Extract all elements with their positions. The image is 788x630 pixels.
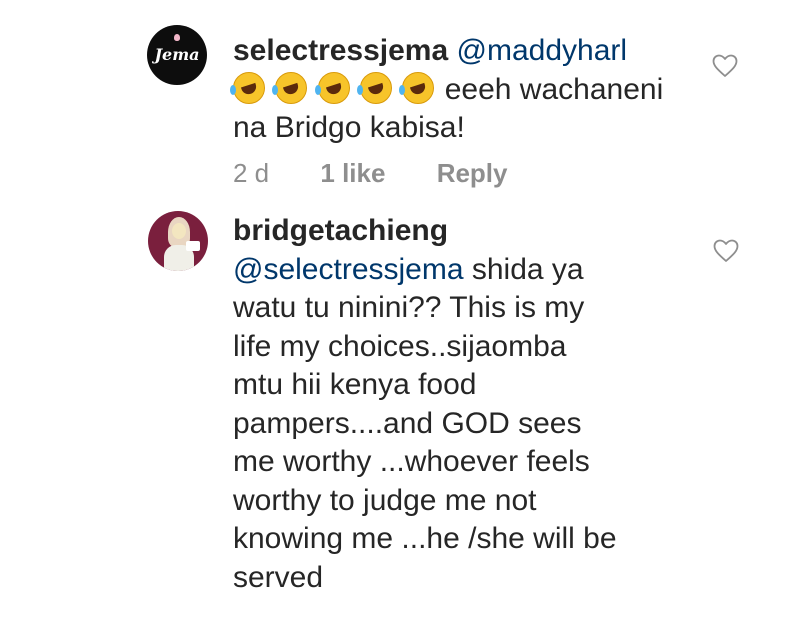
comment-username[interactable]: bridgetachieng: [233, 214, 448, 247]
comment-1-line-3: na Bridgo kabisa!: [233, 109, 663, 148]
cake-icon: [186, 241, 200, 251]
comment-2-line-2: @selectressjema shida ya: [233, 251, 617, 290]
comment-text-line: watu tu ninini?? This is my: [233, 291, 585, 324]
comment-1-line-1: selectressjema @maddyharl: [233, 32, 663, 71]
comment-text: shida ya: [471, 252, 584, 286]
avatar-selectressjema[interactable]: Jema: [147, 25, 207, 85]
comment-timestamp[interactable]: 2 d: [233, 158, 269, 188]
emoji-group: [230, 71, 445, 106]
heart-outline-icon[interactable]: [713, 239, 739, 263]
comment-1-line-2: eeeh wachaneni: [230, 71, 664, 110]
avatar-bridgetachieng[interactable]: [148, 211, 208, 271]
avatar-face: [172, 223, 186, 239]
comment-text-line: served: [233, 560, 324, 594]
comment-text-line: me worthy ...whoever feels: [233, 445, 590, 478]
comment-2: bridgetachieng @selectressjema shida ya …: [233, 212, 617, 597]
comment-text-line: knowing me ...he /she will be: [233, 522, 617, 555]
comment-text: na Bridgo kabisa!: [233, 111, 465, 144]
comment-2-line-1: bridgetachieng: [233, 212, 617, 251]
comment-text-line: pampers....and GOD sees: [233, 406, 582, 440]
comment-text-line: worthy to judge me not: [233, 483, 537, 517]
rolling-on-floor-laughing-emoji-icon: [272, 71, 308, 104]
rolling-on-floor-laughing-emoji-icon: [314, 71, 350, 104]
mention-link[interactable]: @maddyharl: [457, 34, 628, 67]
rolling-on-floor-laughing-emoji-icon: [230, 71, 265, 104]
mention-link[interactable]: @selectressjema: [233, 253, 464, 286]
comment-1-meta: 2 d 1 like Reply: [233, 158, 552, 189]
comment-text: eeeh wachaneni: [444, 72, 664, 106]
comment-text-line: mtu hii kenya food: [233, 368, 477, 401]
rolling-on-floor-laughing-emoji-icon: [399, 71, 435, 104]
rolling-on-floor-laughing-emoji-icon: [357, 71, 393, 104]
comment-username[interactable]: selectressjema: [233, 34, 448, 67]
reply-button[interactable]: Reply: [437, 158, 508, 188]
avatar-logo: Jema: [154, 45, 200, 64]
bunny-icon: [174, 34, 180, 41]
heart-outline-icon[interactable]: [712, 54, 738, 78]
comment-1: selectressjema @maddyharl eeeh wachaneni…: [230, 32, 664, 148]
comment-text-line: life my choices..sijaomba: [233, 329, 567, 363]
likes-count-button[interactable]: 1 like: [320, 158, 385, 188]
